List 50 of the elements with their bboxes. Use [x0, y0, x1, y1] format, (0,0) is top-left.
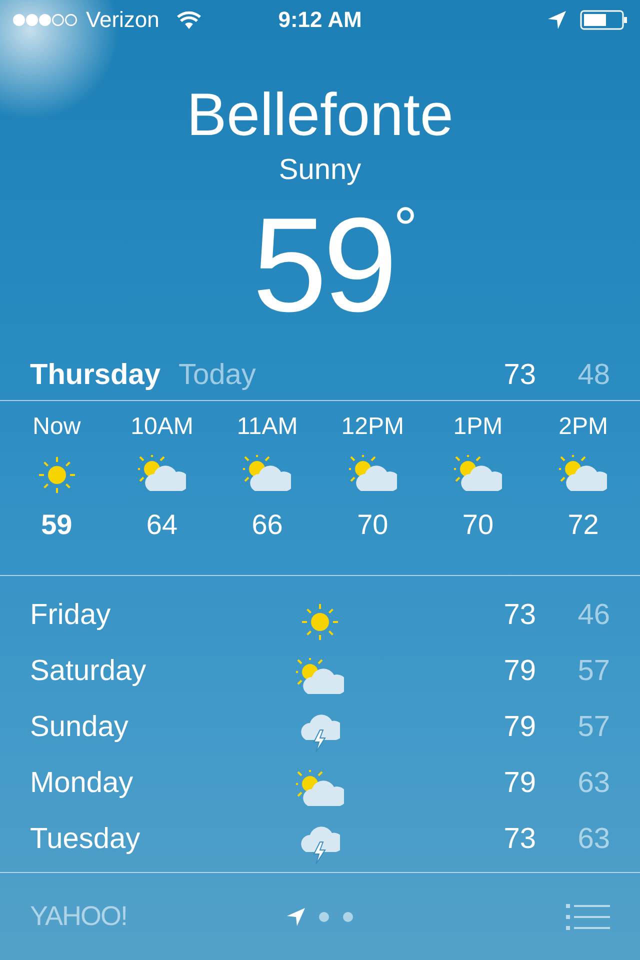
day-name: Tuesday	[30, 822, 142, 856]
location-arrow-icon[interactable]	[287, 908, 305, 926]
page-dot[interactable]	[319, 912, 329, 922]
hour-temperature: 70	[357, 509, 388, 541]
hour-label: 1PM	[453, 413, 503, 441]
hour-temperature: 70	[462, 509, 494, 541]
city-name: Bellefonte	[186, 80, 454, 150]
hour-label: 2PM	[558, 413, 608, 441]
hour-temperature: 72	[568, 509, 599, 541]
hour-label: 11AM	[236, 413, 298, 441]
high-temperature: 79	[502, 766, 536, 800]
degree-symbol: °	[394, 199, 418, 259]
high-temperature: 73	[502, 598, 536, 632]
today-label: Today	[178, 358, 256, 392]
wifi-icon	[177, 11, 202, 29]
list-icon[interactable]	[566, 904, 610, 930]
high-temperature: 79	[502, 654, 536, 688]
sun-icon	[300, 602, 340, 642]
low-temperature: 48	[576, 358, 610, 392]
day-name: Thursday	[30, 358, 161, 392]
signal-icon	[12, 13, 78, 27]
carrier-name: Verizon	[86, 7, 160, 33]
hour-temperature: 64	[146, 509, 178, 541]
day-name: Friday	[30, 598, 112, 632]
clock-time: 9:12 AM	[278, 7, 362, 33]
low-temperature: 63	[576, 822, 610, 856]
hour-temperature: 66	[252, 509, 283, 541]
storm-cloud-icon	[300, 826, 340, 866]
low-temperature: 57	[576, 710, 610, 744]
low-temperature: 57	[576, 654, 610, 688]
day-name: Monday	[30, 766, 134, 800]
high-temperature: 79	[502, 710, 536, 744]
yahoo-logo[interactable]: YAHOO!	[30, 901, 128, 932]
low-temperature: 46	[576, 598, 610, 632]
high-temperature: 73	[502, 822, 536, 856]
sun-icon	[36, 455, 77, 495]
day-name: Sunday	[30, 710, 130, 744]
hour-label: 10AM	[130, 413, 194, 441]
weather-condition: Sunny	[278, 154, 362, 187]
day-name: Saturday	[30, 654, 148, 688]
current-temperature: 59	[252, 199, 394, 333]
location-arrow-icon	[548, 11, 566, 29]
storm-cloud-icon	[300, 714, 340, 754]
hour-temperature: 59	[41, 509, 72, 541]
hour-label: 12PM	[341, 413, 404, 441]
battery-icon	[580, 10, 628, 30]
hour-label: Now	[32, 413, 81, 441]
high-temperature: 73	[502, 358, 536, 392]
low-temperature: 63	[576, 766, 610, 800]
page-dot[interactable]	[343, 912, 353, 922]
